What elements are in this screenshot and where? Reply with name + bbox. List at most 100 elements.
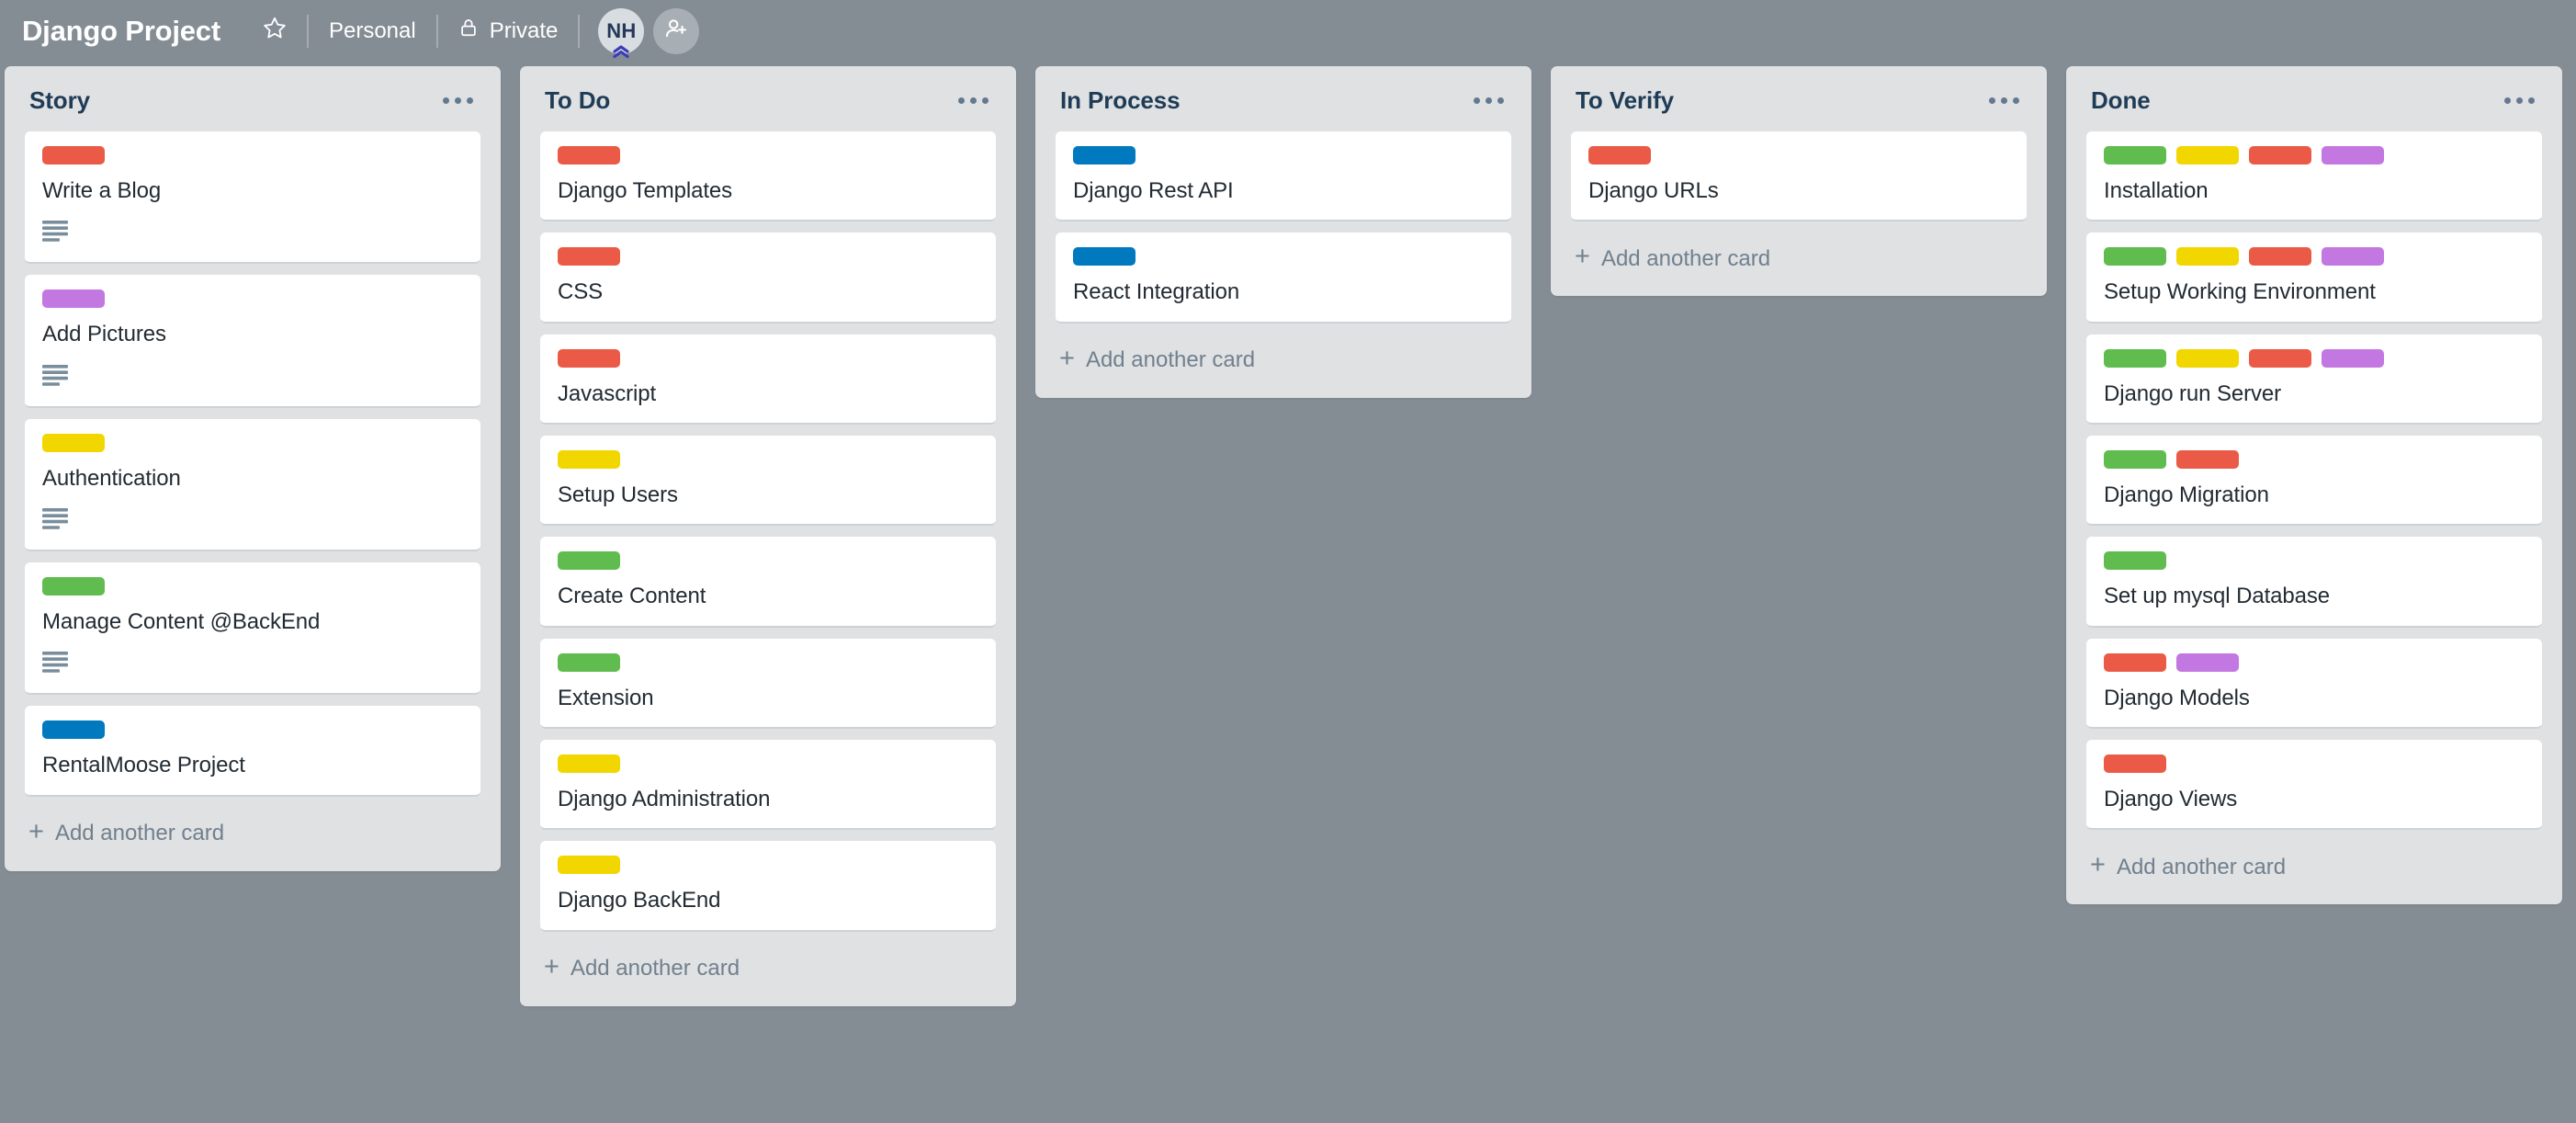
card-list: Installation Setup Working Environment Dja…	[2066, 131, 2562, 831]
card-labels	[2104, 247, 2525, 267]
list-title[interactable]: To Verify	[1576, 86, 1674, 115]
card-title: Django BackEnd	[558, 888, 721, 913]
label-chip-red[interactable]	[2104, 754, 2166, 773]
label-chip-blue[interactable]	[1073, 247, 1135, 267]
label-chip-purple[interactable]	[2322, 348, 2384, 368]
card[interactable]: Django run Server	[2086, 334, 2542, 425]
label-chip-yellow[interactable]	[2176, 247, 2239, 267]
label-chip-red[interactable]	[2249, 348, 2311, 368]
label-chip-red[interactable]	[558, 146, 620, 164]
label-chip-green[interactable]	[558, 652, 620, 672]
add-another-card-label: Add another card	[570, 956, 740, 981]
list-title[interactable]: In Process	[1060, 86, 1181, 115]
add-member-button[interactable]	[653, 7, 700, 54]
label-chip-blue[interactable]	[1073, 146, 1135, 164]
label-chip-green[interactable]	[2104, 348, 2166, 368]
plus-icon: +	[2090, 850, 2106, 880]
label-chip-yellow[interactable]	[558, 754, 620, 773]
board-members: NH	[598, 7, 700, 58]
card-badges	[42, 364, 463, 391]
card[interactable]: Django Templates	[540, 131, 996, 222]
card[interactable]: Authentication	[25, 418, 480, 551]
ellipsis-icon[interactable]	[955, 92, 992, 109]
plus-icon: +	[544, 951, 559, 981]
card[interactable]: Django URLs	[1571, 131, 2027, 222]
workspace-visibility-scope[interactable]: Personal	[311, 10, 435, 52]
header-divider-1	[306, 14, 309, 48]
add-another-card-button[interactable]: + Add another card	[1551, 221, 2047, 292]
card[interactable]: Manage Content @BackEnd	[25, 562, 480, 696]
label-chip-yellow[interactable]	[558, 449, 620, 469]
board-privacy-button[interactable]: Private	[440, 10, 577, 52]
card-title: Django run Server	[2104, 380, 2282, 406]
card[interactable]: Create Content	[540, 537, 996, 628]
card[interactable]: Django Rest API	[1056, 131, 1511, 222]
list-column: In Process Django Rest API React Integrati…	[1035, 66, 1531, 398]
label-chip-green[interactable]	[2104, 146, 2166, 164]
card-labels	[558, 652, 978, 672]
card-labels	[558, 449, 978, 469]
label-chip-green[interactable]	[558, 551, 620, 571]
card[interactable]: Django BackEnd	[540, 841, 996, 932]
card[interactable]: Django Migration	[2086, 435, 2542, 527]
card-list: Django URLs	[1551, 131, 2047, 222]
card-labels	[558, 856, 978, 875]
card[interactable]: Write a Blog	[25, 131, 480, 265]
label-chip-yellow[interactable]	[2176, 146, 2239, 164]
card[interactable]: CSS	[540, 233, 996, 323]
label-chip-yellow[interactable]	[2176, 348, 2239, 368]
add-another-card-button[interactable]: + Add another card	[1035, 323, 1531, 394]
header-divider-2	[435, 14, 438, 48]
label-chip-red[interactable]	[2249, 146, 2311, 164]
label-chip-yellow[interactable]	[558, 856, 620, 875]
card-labels	[558, 247, 978, 267]
ellipsis-icon[interactable]	[2501, 92, 2538, 109]
list-title[interactable]: To Do	[545, 86, 610, 115]
add-another-card-button[interactable]: + Add another card	[2066, 830, 2562, 901]
label-chip-green[interactable]	[2104, 449, 2166, 469]
list-title[interactable]: Story	[29, 86, 90, 115]
ellipsis-icon[interactable]	[1985, 92, 2023, 109]
avatar[interactable]: NH	[598, 7, 645, 58]
card[interactable]: Setup Users	[540, 435, 996, 527]
label-chip-green[interactable]	[2104, 247, 2166, 267]
label-chip-yellow[interactable]	[42, 433, 105, 452]
label-chip-green[interactable]	[42, 576, 105, 596]
label-chip-purple[interactable]	[42, 289, 105, 309]
ellipsis-icon[interactable]	[439, 92, 477, 109]
card[interactable]: Setup Working Environment	[2086, 233, 2542, 323]
card[interactable]: Django Administration	[540, 739, 996, 831]
card[interactable]: RentalMoose Project	[25, 706, 480, 797]
card[interactable]: Javascript	[540, 334, 996, 425]
add-another-card-button[interactable]: + Add another card	[520, 932, 1016, 1003]
label-chip-red[interactable]	[2104, 652, 2166, 672]
label-chip-red[interactable]	[2249, 247, 2311, 267]
card[interactable]: Django Models	[2086, 638, 2542, 729]
label-chip-red[interactable]	[1588, 146, 1651, 164]
card-badges	[42, 652, 463, 677]
card[interactable]: Django Views	[2086, 739, 2542, 831]
label-chip-purple[interactable]	[2176, 652, 2239, 672]
card[interactable]: Extension	[540, 638, 996, 729]
list-title[interactable]: Done	[2091, 86, 2151, 115]
ellipsis-icon[interactable]	[1470, 92, 1508, 109]
label-chip-blue[interactable]	[42, 720, 105, 740]
card-labels	[42, 576, 463, 596]
label-chip-purple[interactable]	[2322, 146, 2384, 164]
card-labels	[558, 146, 978, 164]
star-board-button[interactable]	[244, 10, 305, 52]
card[interactable]: React Integration	[1056, 233, 1511, 323]
label-chip-red[interactable]	[558, 348, 620, 368]
label-chip-red[interactable]	[558, 247, 620, 267]
card[interactable]: Add Pictures	[25, 275, 480, 408]
label-chip-green[interactable]	[2104, 551, 2166, 571]
label-chip-purple[interactable]	[2322, 247, 2384, 267]
label-chip-red[interactable]	[42, 146, 105, 164]
add-another-card-label: Add another card	[54, 821, 225, 846]
card-title: Extension	[558, 685, 654, 710]
add-another-card-button[interactable]: + Add another card	[5, 797, 501, 868]
card[interactable]: Set up mysql Database	[2086, 537, 2542, 628]
card[interactable]: Installation	[2086, 131, 2542, 222]
label-chip-red[interactable]	[2176, 449, 2239, 469]
card-title: Django Templates	[558, 178, 733, 203]
